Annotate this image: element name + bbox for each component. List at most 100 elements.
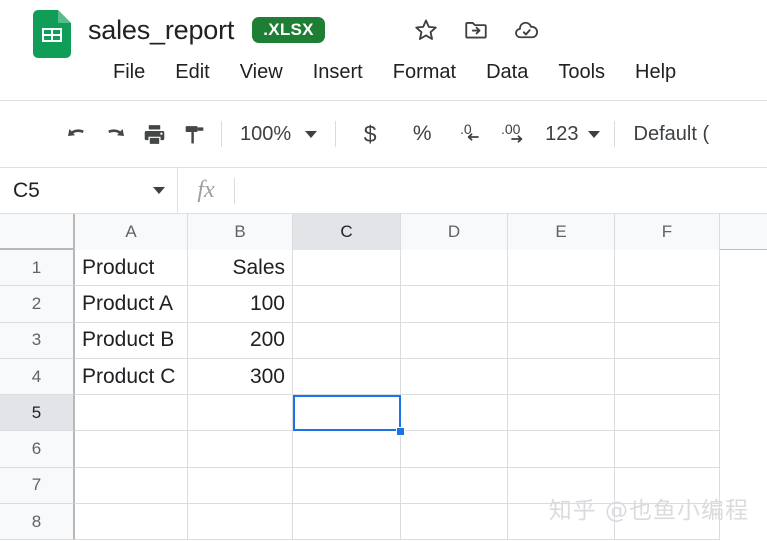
column-header-e[interactable]: E — [508, 214, 615, 250]
menu-item-tools[interactable]: Tools — [543, 57, 620, 87]
column-header-d[interactable]: D — [401, 214, 508, 250]
column-header-a[interactable]: A — [75, 214, 188, 250]
cell-D6[interactable] — [401, 431, 508, 468]
name-box[interactable]: C5 — [0, 168, 178, 213]
cell-E3[interactable] — [508, 322, 615, 359]
cell-F2[interactable] — [615, 286, 720, 323]
cell-B4[interactable]: 300 — [188, 358, 293, 396]
print-button[interactable] — [136, 116, 172, 152]
menu-item-file[interactable]: File — [113, 57, 160, 87]
cell-C5[interactable] — [293, 395, 401, 432]
cell-B3[interactable]: 200 — [188, 322, 293, 359]
fill-handle[interactable] — [396, 426, 405, 436]
cell-F3[interactable] — [615, 322, 720, 359]
cell-E6[interactable] — [508, 431, 615, 468]
table-row: 4 Product C 300 — [0, 358, 767, 396]
page-title[interactable]: sales_report — [88, 15, 234, 46]
cell-C1[interactable] — [293, 250, 401, 287]
row-header-7[interactable]: 7 — [0, 467, 75, 505]
cell-F6[interactable] — [615, 431, 720, 468]
format-currency-button[interactable]: $ — [353, 116, 387, 152]
cell-A1[interactable]: Product — [75, 250, 188, 287]
row-header-8[interactable]: 8 — [0, 504, 75, 541]
redo-button[interactable] — [96, 116, 132, 152]
paint-format-button[interactable] — [176, 116, 212, 152]
cell-E2[interactable] — [508, 286, 615, 323]
table-row: 6 — [0, 431, 767, 468]
cell-B5[interactable] — [188, 395, 293, 432]
chevron-down-icon — [305, 130, 318, 138]
cell-B2[interactable]: 100 — [188, 286, 293, 323]
menu-item-help[interactable]: Help — [620, 57, 691, 87]
spreadsheet-grid: ABCDEF 1 Product Sales 2 Product A 100 3 Produc… — [0, 214, 767, 541]
menu-item-view[interactable]: View — [225, 57, 298, 87]
formula-input[interactable] — [235, 168, 767, 213]
cell-B1[interactable]: Sales — [188, 250, 293, 287]
font-family-dropdown[interactable]: Default ( — [634, 123, 710, 146]
select-all-corner[interactable] — [0, 214, 75, 250]
cell-A4[interactable]: Product C — [75, 358, 188, 396]
cell-A7[interactable] — [75, 467, 188, 505]
cell-A8[interactable] — [75, 504, 188, 541]
cell-A2[interactable]: Product A — [75, 286, 188, 323]
menu-item-format[interactable]: Format — [378, 57, 471, 87]
cell-D8[interactable] — [401, 504, 508, 541]
star-icon[interactable] — [412, 16, 440, 44]
number-format-dropdown[interactable]: 123 — [539, 116, 605, 152]
cell-A5[interactable] — [75, 395, 188, 432]
cell-F8[interactable] — [615, 504, 720, 541]
row-header-1[interactable]: 1 — [0, 250, 75, 287]
column-header-f[interactable]: F — [615, 214, 720, 250]
row-header-4[interactable]: 4 — [0, 358, 75, 396]
column-header-row: ABCDEF — [0, 214, 767, 250]
menu-item-insert[interactable]: Insert — [298, 57, 378, 87]
format-percent-button[interactable]: % — [405, 116, 439, 152]
zoom-dropdown[interactable]: 100% — [231, 116, 326, 152]
app-header: sales_report .XLSX File Edit View Insert… — [0, 0, 767, 101]
cell-F5[interactable] — [615, 395, 720, 432]
cell-F4[interactable] — [615, 358, 720, 396]
cell-C7[interactable] — [293, 467, 401, 505]
row-header-5[interactable]: 5 — [0, 395, 75, 432]
cell-B7[interactable] — [188, 467, 293, 505]
move-to-folder-icon[interactable] — [462, 16, 490, 44]
row-header-6[interactable]: 6 — [0, 431, 75, 468]
document-title-row: sales_report .XLSX — [88, 8, 325, 52]
cell-A6[interactable] — [75, 431, 188, 468]
cell-C8[interactable] — [293, 504, 401, 541]
cell-E7[interactable] — [508, 467, 615, 505]
zoom-level-label: 100% — [240, 122, 292, 145]
cell-E5[interactable] — [508, 395, 615, 432]
cell-B8[interactable] — [188, 504, 293, 541]
cell-F1[interactable] — [615, 250, 720, 287]
table-row: 3 Product B 200 — [0, 322, 767, 359]
increase-decimal-button[interactable]: .00 — [499, 116, 535, 152]
column-header-c[interactable]: C — [293, 214, 401, 250]
row-header-2[interactable]: 2 — [0, 286, 75, 323]
cell-C3[interactable] — [293, 322, 401, 359]
column-header-b[interactable]: B — [188, 214, 293, 250]
cell-D5[interactable] — [401, 395, 508, 432]
cell-D7[interactable] — [401, 467, 508, 505]
fx-icon: fx — [197, 177, 215, 203]
cell-D2[interactable] — [401, 286, 508, 323]
menu-item-edit[interactable]: Edit — [160, 57, 224, 87]
cell-B6[interactable] — [188, 431, 293, 468]
menu-bar: File Edit View Insert Format Data Tools … — [113, 57, 691, 87]
cell-D3[interactable] — [401, 322, 508, 359]
menu-item-data[interactable]: Data — [471, 57, 543, 87]
cell-D1[interactable] — [401, 250, 508, 287]
cell-F7[interactable] — [615, 467, 720, 505]
undo-button[interactable] — [60, 116, 96, 152]
cell-E1[interactable] — [508, 250, 615, 287]
cell-C2[interactable] — [293, 286, 401, 323]
cell-D4[interactable] — [401, 358, 508, 396]
row-header-3[interactable]: 3 — [0, 322, 75, 359]
decrease-decimal-button[interactable]: .0 — [455, 116, 491, 152]
cell-C6[interactable] — [293, 431, 401, 468]
cell-E4[interactable] — [508, 358, 615, 396]
cell-C4[interactable] — [293, 358, 401, 396]
cloud-saved-icon[interactable] — [512, 16, 540, 44]
cell-E8[interactable] — [508, 504, 615, 541]
cell-A3[interactable]: Product B — [75, 322, 188, 359]
